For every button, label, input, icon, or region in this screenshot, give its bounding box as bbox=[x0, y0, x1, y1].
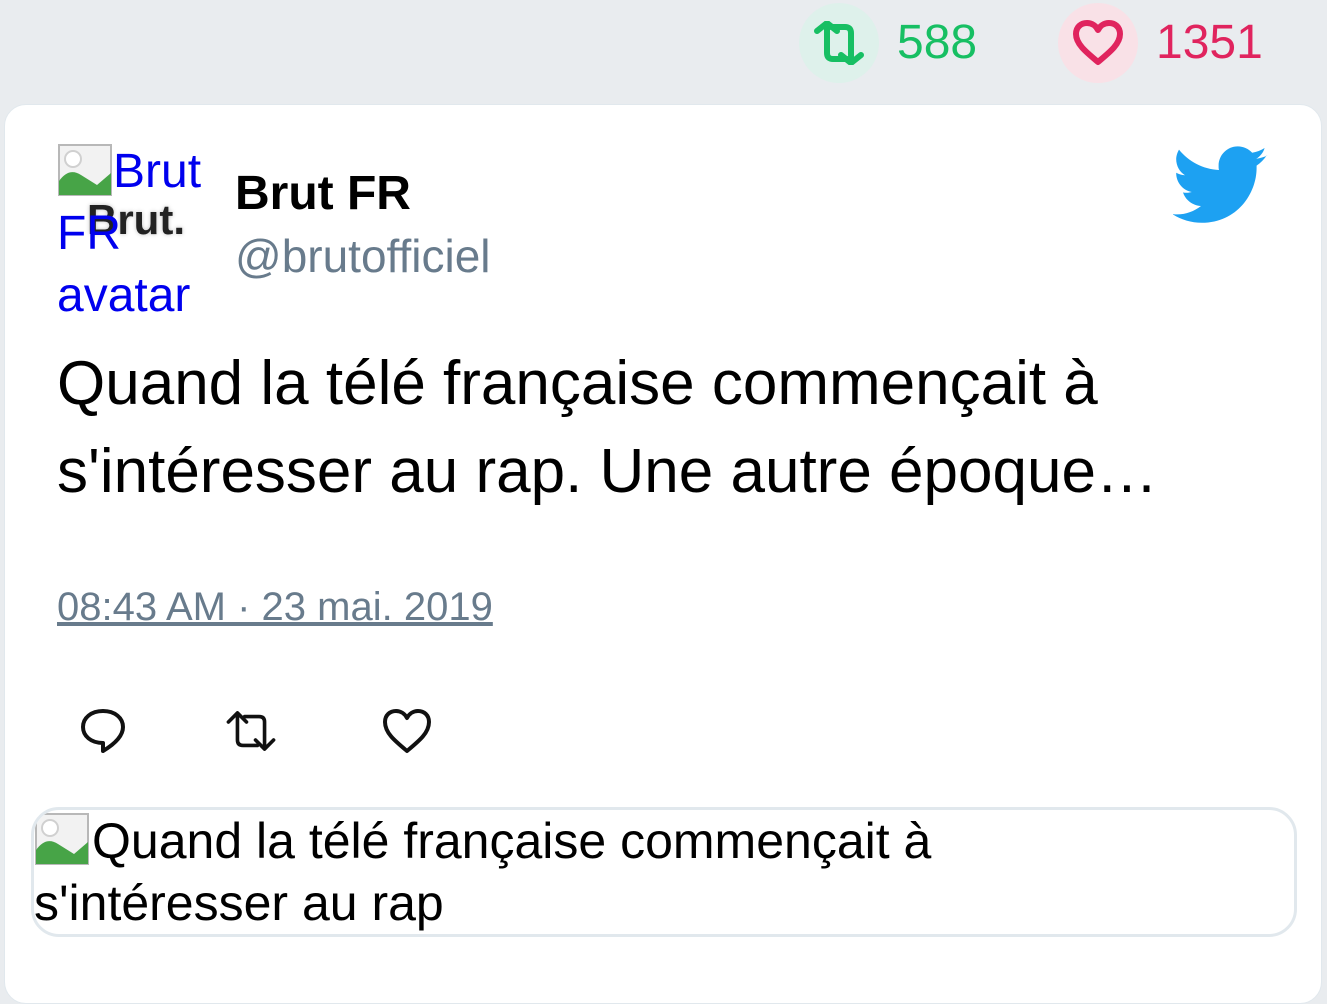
media-alt-text: Quand la télé française commençait à s'i… bbox=[34, 813, 932, 931]
media-card[interactable]: Quand la télé française commençait à s'i… bbox=[31, 807, 1297, 937]
tweet-header: Brut. Brut FR avatar Brut FR @brutoffici… bbox=[57, 141, 1257, 322]
engagement-stats: 588 1351 bbox=[0, 0, 1327, 100]
reply-button[interactable] bbox=[75, 703, 131, 759]
heart-icon[interactable] bbox=[1058, 3, 1138, 83]
reply-icon bbox=[81, 709, 125, 753]
retweet-icon[interactable] bbox=[799, 3, 879, 83]
like-count: 1351 bbox=[1156, 16, 1263, 69]
user-handle[interactable]: @brutofficiel bbox=[235, 229, 491, 284]
avatar-alt-text: Brut FR avatar bbox=[57, 145, 202, 322]
retweet-icon bbox=[226, 711, 276, 751]
like-stat[interactable]: 1351 bbox=[1058, 2, 1263, 84]
retweet-stat[interactable]: 588 bbox=[799, 2, 977, 84]
retweet-count: 588 bbox=[897, 16, 978, 69]
tweet-timestamp[interactable]: 08:43 AM · 23 mai. 2019 bbox=[57, 583, 493, 631]
twitter-bird-icon[interactable] bbox=[1173, 145, 1269, 227]
retweet-button[interactable] bbox=[223, 703, 279, 759]
display-name[interactable]: Brut FR bbox=[235, 165, 411, 223]
avatar-link[interactable]: Brut. Brut FR avatar bbox=[57, 141, 217, 322]
tweet-card: Brut. Brut FR avatar Brut FR @brutoffici… bbox=[4, 104, 1322, 1004]
heart-icon bbox=[383, 709, 431, 753]
like-button[interactable] bbox=[379, 703, 435, 759]
tweet-text: Quand la télé française commençait à s'i… bbox=[57, 349, 1158, 506]
